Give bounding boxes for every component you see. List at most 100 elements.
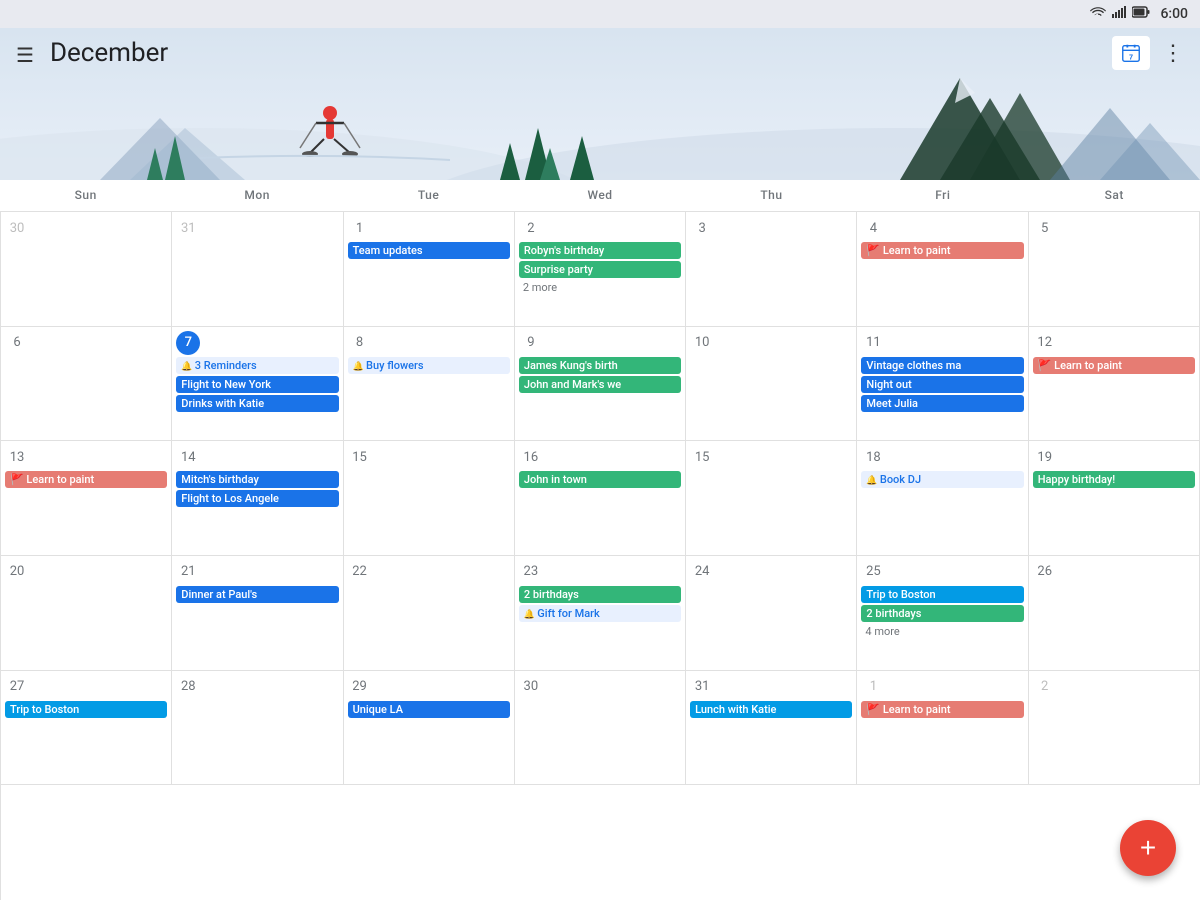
event-chip[interactable]: John and Mark's we [519,376,681,393]
more-events-link[interactable]: 4 more [861,624,1023,639]
event-chip[interactable]: Unique LA [348,701,510,718]
calendar-cell[interactable]: 15 [344,441,515,556]
reminder-chip[interactable]: Buy flowers [348,357,510,374]
header: ☰ December 7 ⋮ [0,28,1200,180]
date-number: 31 [176,216,200,240]
calendar-cell[interactable]: 13 🚩 Learn to paint [1,441,172,556]
day-header-sun: Sun [0,180,171,211]
more-options-icon[interactable]: ⋮ [1162,41,1184,66]
today-button[interactable]: 7 [1112,36,1150,70]
event-chip[interactable]: Team updates [348,242,510,259]
reminder-chip[interactable]: 3 Reminders [176,357,338,374]
header-content: ☰ December 7 ⋮ [16,36,1184,70]
event-chip[interactable]: 2 birthdays [861,605,1023,622]
calendar-cell[interactable]: 6 [1,327,172,442]
day-header-thu: Thu [686,180,857,211]
date-number: 30 [5,216,29,240]
date-number: 15 [690,445,714,469]
event-chip[interactable]: Drinks with Katie [176,395,338,412]
calendar-cell[interactable]: 19Happy birthday! [1029,441,1200,556]
calendar-cell[interactable]: 12 🚩 Learn to paint [1029,327,1200,442]
calendar-cell[interactable]: 16John in town [515,441,686,556]
menu-icon[interactable]: ☰ [16,43,34,67]
calendar-cell[interactable]: 3 [686,212,857,327]
calendar-cell[interactable]: 23 2 birthdays Gift for Mark [515,556,686,671]
calendar-cell[interactable]: 9James Kung's birthJohn and Mark's we [515,327,686,442]
calendar-cell[interactable]: 29 Unique LA [344,671,515,786]
date-number: 30 [519,675,543,699]
date-number: 18 [861,445,885,469]
event-chip[interactable]: 🚩 Learn to paint [5,471,167,488]
date-number: 3 [690,216,714,240]
calendar-cell[interactable]: 4🚩 Learn to paint [857,212,1028,327]
status-icons [1090,6,1106,22]
date-number: 1 [348,216,372,240]
calendar-cell[interactable]: 28 [172,671,343,786]
calendar-cell[interactable]: 8 Buy flowers [344,327,515,442]
event-chip[interactable]: Trip to Boston [861,586,1023,603]
calendar-cell[interactable]: 31Lunch with Katie [686,671,857,786]
date-number: 2 [519,216,543,240]
date-number: 26 [1033,560,1057,584]
battery-icon [1132,6,1150,22]
header-actions: 7 ⋮ [1112,36,1184,70]
event-chip[interactable]: Vintage clothes ma [861,357,1023,374]
event-chip[interactable]: Trip to Boston [5,701,167,718]
date-number: 12 [1033,331,1057,355]
date-number: 23 [519,560,543,584]
date-number: 7 [176,331,200,355]
event-chip[interactable]: Mitch's birthday [176,471,338,488]
calendar-cell[interactable]: 30 [515,671,686,786]
event-chip[interactable]: Dinner at Paul's [176,586,338,603]
event-chip[interactable]: Surprise party [519,261,681,278]
date-number: 22 [348,560,372,584]
calendar-cell[interactable]: 21 Dinner at Paul's [172,556,343,671]
event-chip[interactable]: 🚩 Learn to paint [861,242,1023,259]
reminder-chip[interactable]: Book DJ [861,471,1023,488]
event-chip[interactable]: Night out [861,376,1023,393]
calendar-cell[interactable]: 11Vintage clothes maNight outMeet Julia [857,327,1028,442]
calendar-cell[interactable]: 31 [172,212,343,327]
calendar-cell[interactable]: 1🚩 Learn to paint [857,671,1028,786]
event-chip[interactable]: Happy birthday! [1033,471,1195,488]
calendar-cell[interactable]: 25 Trip to Boston 2 birthdays 4 more [857,556,1028,671]
date-number: 29 [348,675,372,699]
calendar-cell[interactable]: 20 [1,556,172,671]
calendar-cell[interactable]: 2 Robyn's birthday Surprise party 2 more [515,212,686,327]
reminder-chip[interactable]: Gift for Mark [519,605,681,622]
add-event-button[interactable]: + [1120,820,1176,876]
calendar-cell[interactable]: 26 [1029,556,1200,671]
event-chip[interactable]: Robyn's birthday [519,242,681,259]
calendar-cell[interactable]: 30 [1,212,172,327]
event-chip[interactable]: 🚩 Learn to paint [861,701,1023,718]
calendar-cell[interactable]: 10 [686,327,857,442]
event-chip[interactable]: Lunch with Katie [690,701,852,718]
more-events-link[interactable]: 2 more [519,280,681,295]
calendar-cell[interactable]: 1 Team updates [344,212,515,327]
calendar-cell[interactable]: 18 Book DJ [857,441,1028,556]
event-chip[interactable]: Flight to New York [176,376,338,393]
calendar-cell[interactable]: 5 [1029,212,1200,327]
event-chip[interactable]: James Kung's birth [519,357,681,374]
date-number: 8 [348,331,372,355]
event-chip[interactable]: Flight to Los Angele [176,490,338,507]
calendar-grid: 30 31 1 Team updates 2 Robyn's birthday Surpri… [0,212,1200,900]
calendar-cell[interactable]: 27Trip to Boston [1,671,172,786]
day-header-mon: Mon [171,180,342,211]
calendar-cell[interactable]: 7 3 Reminders Flight to New York Drinks wit… [172,327,343,442]
calendar-cell[interactable]: 22 [344,556,515,671]
date-number: 13 [5,445,29,469]
calendar-cell[interactable]: 15 [686,441,857,556]
event-chip[interactable]: 🚩 Learn to paint [1033,357,1195,374]
date-number: 14 [176,445,200,469]
event-chip[interactable]: Meet Julia [861,395,1023,412]
date-number: 28 [176,675,200,699]
calendar-cell[interactable]: 14 Mitch's birthday Flight to Los Angele [172,441,343,556]
calendar-cell[interactable]: 24 [686,556,857,671]
date-number: 21 [176,560,200,584]
day-header-wed: Wed [514,180,685,211]
event-chip[interactable]: John in town [519,471,681,488]
event-chip[interactable]: 2 birthdays [519,586,681,603]
calendar-cell[interactable]: 2 [1029,671,1200,786]
date-number: 25 [861,560,885,584]
